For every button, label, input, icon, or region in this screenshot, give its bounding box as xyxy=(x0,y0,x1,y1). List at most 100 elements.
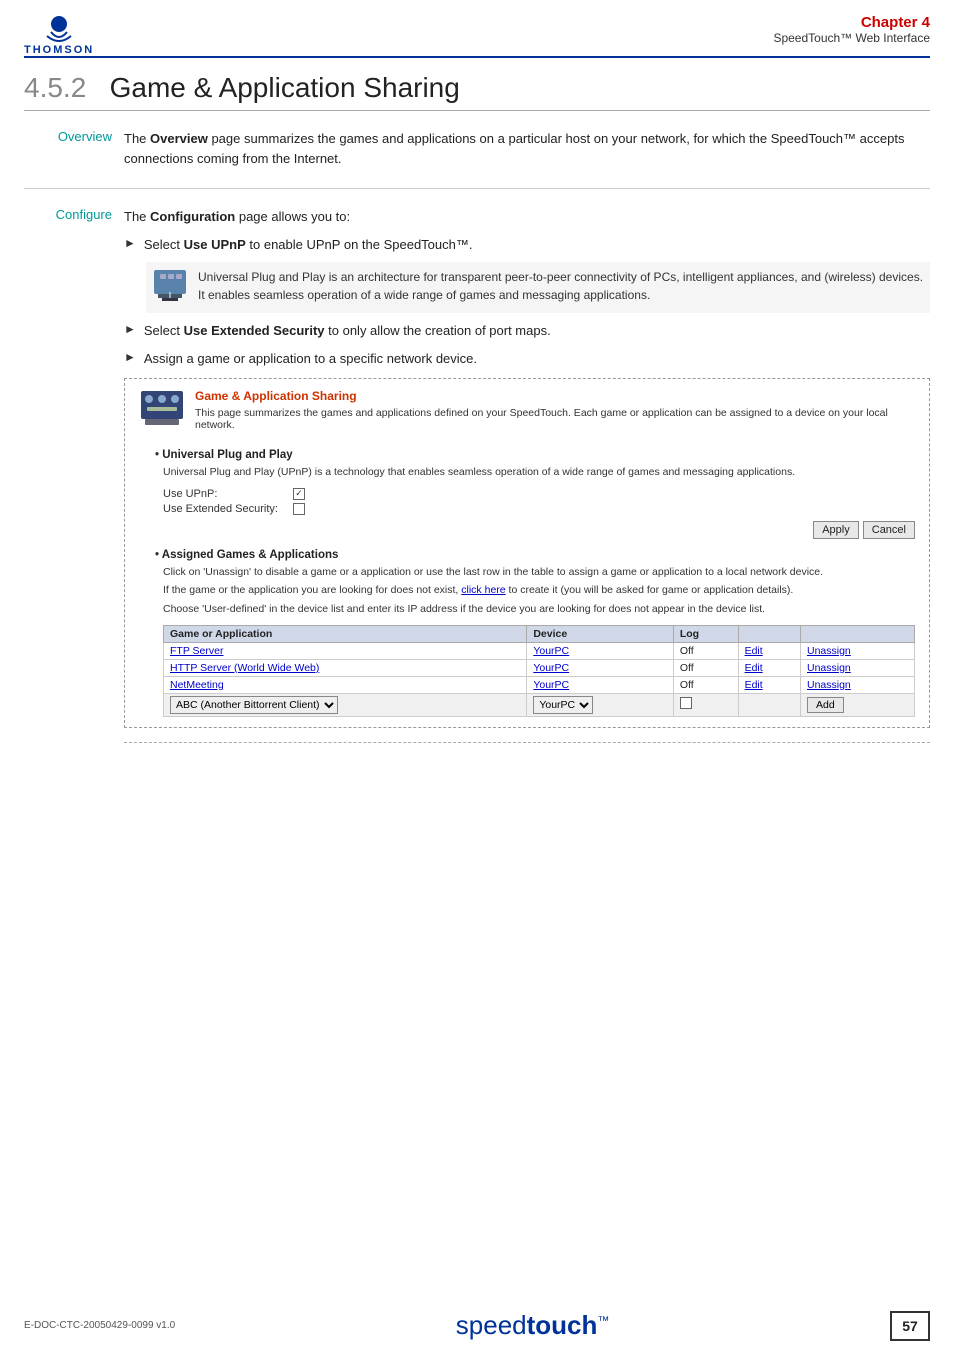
title-text: Game & Application Sharing xyxy=(110,72,460,103)
col-header-device: Device xyxy=(527,625,674,642)
footer-logo-tm: ™ xyxy=(597,1313,609,1327)
page-title-section: 4.5.2 Game & Application Sharing xyxy=(24,58,930,110)
screenshot-title: Game & Application Sharing xyxy=(195,389,915,403)
use-upnp-checkbox[interactable] xyxy=(293,488,305,500)
unassign-ftp[interactable]: Unassign xyxy=(801,642,915,659)
apply-cancel-row: Apply Cancel xyxy=(139,521,915,539)
table-row: FTP Server YourPC Off Edit Unassign xyxy=(164,642,915,659)
chapter-info: Chapter 4 SpeedTouch™ Web Interface xyxy=(773,14,930,45)
bullet-arrow-2: ► xyxy=(124,322,136,336)
assigned-desc-3: Choose 'User-defined' in the device list… xyxy=(163,602,915,617)
unassign-ftp-link[interactable]: Unassign xyxy=(807,645,851,657)
assigned-desc-1: Click on 'Unassign' to disable a game or… xyxy=(163,565,915,580)
add-row: ABC (Another Bittorrent Client) YourPC xyxy=(164,693,915,716)
thomson-logo-icon xyxy=(41,14,77,42)
screenshot-box: Game & Application Sharing This page sum… xyxy=(124,378,930,728)
upnp-note-box: Universal Plug and Play is an architectu… xyxy=(146,262,930,313)
device-ftp: YourPC xyxy=(527,642,674,659)
bullet-arrow-3: ► xyxy=(124,350,136,364)
bullet-2: ► Select Use Extended Security to only a… xyxy=(124,321,930,341)
app-name-http: HTTP Server (World Wide Web) xyxy=(164,659,527,676)
table-row: NetMeeting YourPC Off Edit Unassign xyxy=(164,676,915,693)
router-svg-icon xyxy=(139,389,185,429)
http-server-link[interactable]: HTTP Server (World Wide Web) xyxy=(170,662,319,674)
network-icon xyxy=(152,268,188,304)
overview-label: Overview xyxy=(24,129,124,144)
use-upnp-row: Use UPnP: xyxy=(163,488,915,500)
configure-content: The Configuration page allows you to: ► … xyxy=(124,207,930,743)
table-row: HTTP Server (World Wide Web) YourPC Off … xyxy=(164,659,915,676)
content-area: Overview The Overview page summarizes th… xyxy=(0,111,954,755)
cancel-button[interactable]: Cancel xyxy=(863,521,915,539)
edit-netmeeting[interactable]: Edit xyxy=(738,676,800,693)
netmeeting-link[interactable]: NetMeeting xyxy=(170,679,224,691)
device-http: YourPC xyxy=(527,659,674,676)
col-header-action1 xyxy=(738,625,800,642)
add-button[interactable]: Add xyxy=(807,697,844,713)
screenshot-router-icon xyxy=(139,389,185,432)
unassign-http[interactable]: Unassign xyxy=(801,659,915,676)
configure-label: Configure xyxy=(24,207,124,222)
overview-content: The Overview page summarizes the games a… xyxy=(124,129,930,176)
log-ftp: Off xyxy=(673,642,738,659)
chapter-label: Chapter 4 xyxy=(773,14,930,31)
footer-doc-id: E-DOC-CTC-20050429-0099 v1.0 xyxy=(24,1320,175,1331)
add-log-checkbox[interactable] xyxy=(680,697,692,709)
use-ext-security-checkbox[interactable] xyxy=(293,503,305,515)
configure-section: Configure The Configuration page allows … xyxy=(24,189,930,755)
upnp-subsection-title: Universal Plug and Play xyxy=(155,449,915,461)
unassign-netmeeting[interactable]: Unassign xyxy=(801,676,915,693)
device-select[interactable]: YourPC xyxy=(533,696,593,714)
apply-button[interactable]: Apply xyxy=(813,521,859,539)
col-header-app: Game or Application xyxy=(164,625,527,642)
footer-logo: speedtouch™ xyxy=(175,1310,890,1341)
thomson-logo: THOMSON xyxy=(24,14,94,56)
overview-paragraph: The Overview page summarizes the games a… xyxy=(124,129,930,168)
app-name-netmeeting: NetMeeting xyxy=(164,676,527,693)
ftp-device-link[interactable]: YourPC xyxy=(533,645,569,657)
bullet-text-1: Select Use UPnP to enable UPnP on the Sp… xyxy=(144,235,473,255)
screenshot-title-block: Game & Application Sharing This page sum… xyxy=(195,389,915,441)
netmeeting-device-link[interactable]: YourPC xyxy=(533,679,569,691)
log-netmeeting: Off xyxy=(673,676,738,693)
edit-netmeeting-link[interactable]: Edit xyxy=(745,679,763,691)
ftp-server-link[interactable]: FTP Server xyxy=(170,645,223,657)
assigned-desc-2: If the game or the application you are l… xyxy=(163,583,915,598)
bullet-3: ► Assign a game or application to a spec… xyxy=(124,349,930,369)
app-select[interactable]: ABC (Another Bittorrent Client) xyxy=(170,696,338,714)
bullet-1: ► Select Use UPnP to enable UPnP on the … xyxy=(124,235,930,255)
apps-table: Game or Application Device Log FTP Serve… xyxy=(163,625,915,717)
page-number: 57 xyxy=(890,1311,930,1341)
click-here-link[interactable]: click here xyxy=(461,584,505,596)
edit-ftp-link[interactable]: Edit xyxy=(745,645,763,657)
app-name-ftp: FTP Server xyxy=(164,642,527,659)
upnp-subsection-desc: Universal Plug and Play (UPnP) is a tech… xyxy=(163,465,915,480)
add-app-select-cell[interactable]: ABC (Another Bittorrent Client) xyxy=(164,693,527,716)
footer-logo-touch: touch xyxy=(527,1310,598,1340)
edit-ftp[interactable]: Edit xyxy=(738,642,800,659)
screenshot-header: Game & Application Sharing This page sum… xyxy=(139,389,915,441)
assigned-section-title: Assigned Games & Applications xyxy=(155,549,915,561)
upnp-note-icon xyxy=(152,268,188,307)
log-http: Off xyxy=(673,659,738,676)
chapter-number: 4.5.2 xyxy=(24,72,86,103)
overview-section: Overview The Overview page summarizes th… xyxy=(24,111,930,189)
add-log-cell[interactable] xyxy=(673,693,738,716)
edit-http[interactable]: Edit xyxy=(738,659,800,676)
unassign-http-link[interactable]: Unassign xyxy=(807,662,851,674)
table-header-row: Game or Application Device Log xyxy=(164,625,915,642)
add-button-cell[interactable]: Add xyxy=(801,693,915,716)
page-title: 4.5.2 Game & Application Sharing xyxy=(24,72,930,104)
use-upnp-label: Use UPnP: xyxy=(163,488,293,500)
http-device-link[interactable]: YourPC xyxy=(533,662,569,674)
add-device-select-cell[interactable]: YourPC xyxy=(527,693,674,716)
configure-intro: The Configuration page allows you to: xyxy=(124,207,930,227)
unassign-netmeeting-link[interactable]: Unassign xyxy=(807,679,851,691)
col-header-log: Log xyxy=(673,625,738,642)
edit-http-link[interactable]: Edit xyxy=(745,662,763,674)
col-header-action2 xyxy=(801,625,915,642)
footer-logo-speed: speed xyxy=(456,1310,527,1340)
bullet-arrow-1: ► xyxy=(124,236,136,250)
add-action1-cell xyxy=(738,693,800,716)
bullet-text-2: Select Use Extended Security to only all… xyxy=(144,321,551,341)
